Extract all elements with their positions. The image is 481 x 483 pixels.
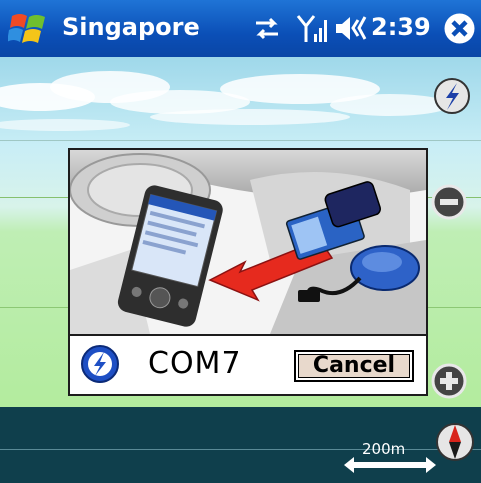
zoom-in-icon[interactable] xyxy=(430,362,468,400)
direction-icon[interactable] xyxy=(433,77,471,115)
sky-clouds xyxy=(0,71,450,131)
scale-label: 200m xyxy=(362,440,406,458)
horizon-line xyxy=(0,140,481,141)
gps-status-icon xyxy=(81,345,119,383)
clock: 2:39 xyxy=(371,13,431,41)
sync-icon[interactable] xyxy=(252,0,282,57)
close-icon[interactable] xyxy=(444,13,475,44)
signal-icon[interactable] xyxy=(296,0,330,57)
com-port-label: COM7 xyxy=(148,346,242,381)
gps-device-connection-illustration xyxy=(70,150,426,334)
compass-icon[interactable] xyxy=(435,422,475,462)
volume-icon[interactable] xyxy=(334,0,368,57)
title-bar: Singapore 2:39 xyxy=(0,0,481,57)
gps-connect-dialog: COM7 Cancel xyxy=(68,148,428,396)
dialog-divider xyxy=(70,334,426,336)
zoom-out-icon[interactable] xyxy=(430,183,468,221)
bottom-bar: 200m xyxy=(0,407,481,483)
app-title: Singapore xyxy=(62,13,200,41)
windows-start-icon[interactable] xyxy=(8,10,50,48)
cancel-button[interactable]: Cancel xyxy=(294,350,414,382)
